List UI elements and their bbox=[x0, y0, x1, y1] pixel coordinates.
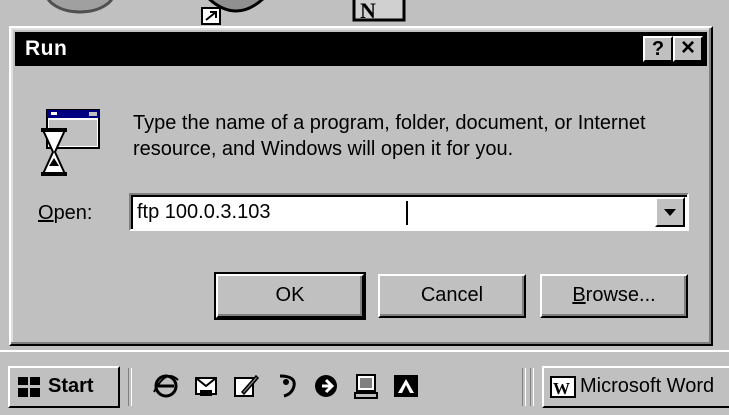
taskbar-separator bbox=[128, 368, 132, 406]
start-button[interactable]: Start bbox=[8, 366, 120, 408]
browse-button[interactable]: Browse... bbox=[540, 274, 688, 318]
browse-accelerator: B bbox=[572, 284, 586, 306]
windows-logo-icon bbox=[18, 377, 40, 397]
help-button[interactable]: ? bbox=[643, 36, 673, 62]
open-input[interactable] bbox=[137, 199, 637, 225]
task-label: Microsoft Word bbox=[580, 375, 715, 397]
paint-icon[interactable] bbox=[392, 372, 420, 400]
open-combobox[interactable] bbox=[129, 193, 689, 231]
taskbar: Start W Microsoft Word bbox=[0, 350, 729, 415]
notepad-icon[interactable] bbox=[232, 372, 260, 400]
desktop-icon-globe[interactable] bbox=[40, 0, 120, 20]
outlook-icon[interactable] bbox=[192, 372, 220, 400]
open-label-text: pen: bbox=[53, 202, 93, 224]
run-program-icon bbox=[41, 109, 100, 176]
ie-icon[interactable] bbox=[152, 372, 180, 400]
dialog-title: Run bbox=[25, 37, 68, 60]
dialog-description: Type the name of a program, folder, docu… bbox=[133, 112, 646, 160]
chevron-down-icon bbox=[664, 209, 676, 216]
dropdown-button[interactable] bbox=[655, 197, 685, 227]
desktop-icon-shortcut[interactable] bbox=[196, 0, 276, 26]
svg-text:N: N bbox=[360, 0, 376, 23]
title-bar[interactable]: Run ? × bbox=[15, 32, 707, 66]
open-label: Open: bbox=[38, 202, 93, 225]
task-button-word[interactable]: W Microsoft Word bbox=[542, 366, 729, 408]
word-icon: W bbox=[550, 376, 576, 398]
taskbar-separator bbox=[530, 368, 534, 406]
taskbar-separator bbox=[522, 368, 526, 406]
open-label-accelerator: O bbox=[38, 202, 54, 224]
realplayer-icon[interactable] bbox=[312, 372, 340, 400]
ok-button[interactable]: OK bbox=[214, 272, 366, 320]
cancel-button[interactable]: Cancel bbox=[378, 274, 526, 318]
start-label: Start bbox=[48, 375, 94, 397]
browse-label: rowse... bbox=[585, 284, 656, 306]
pen-icon[interactable] bbox=[274, 372, 302, 400]
desktop-icon-network[interactable]: N bbox=[350, 0, 410, 24]
svg-text:W: W bbox=[553, 379, 570, 398]
close-button[interactable]: × bbox=[673, 36, 703, 62]
run-dialog: Run ? × Type the name of a program, fold… bbox=[9, 26, 713, 346]
text-caret bbox=[406, 201, 408, 225]
monitor-icon[interactable] bbox=[352, 372, 380, 400]
